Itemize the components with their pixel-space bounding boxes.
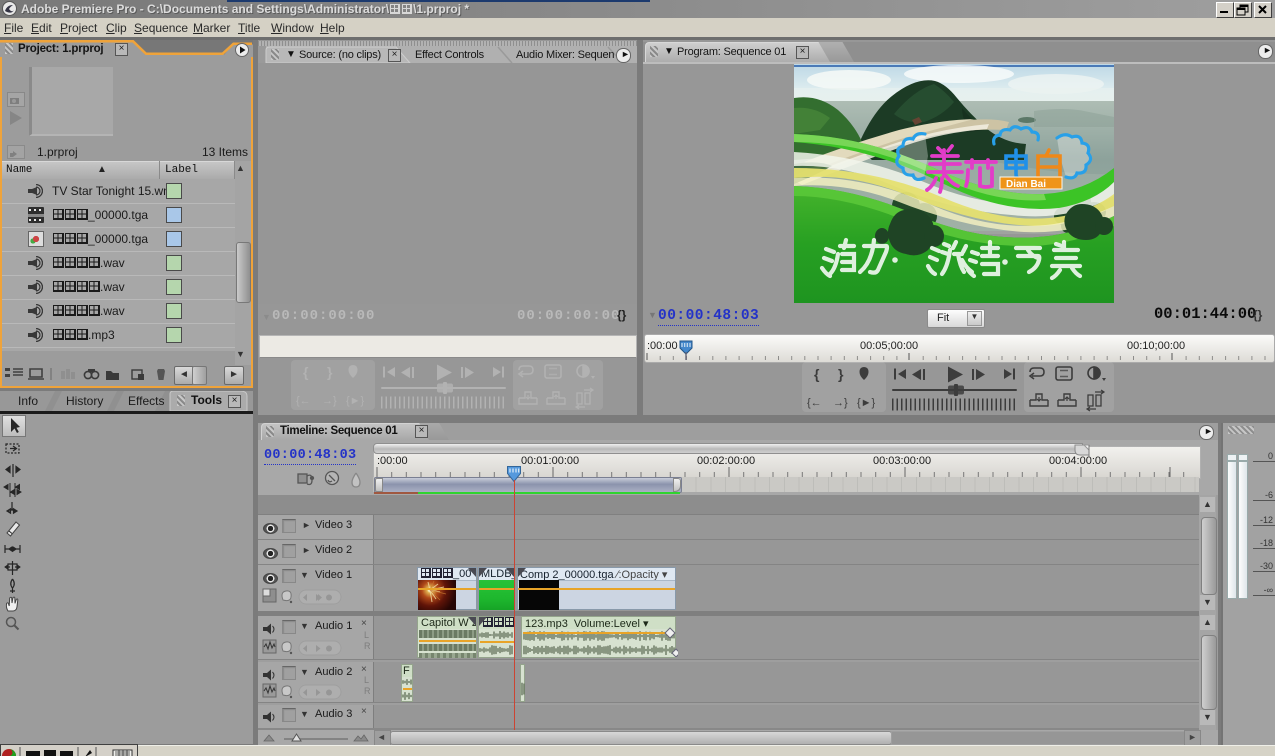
svg-text:00:10;00:00: 00:10;00:00 <box>1127 340 1185 352</box>
svg-text::00:00: :00:00 <box>377 455 408 467</box>
svg-text:00:03:00:00: 00:03:00:00 <box>873 455 931 467</box>
svg-text::00:00: :00:00 <box>647 340 678 352</box>
svg-text:00:02:00:00: 00:02:00:00 <box>697 455 755 467</box>
svg-text:00:01:00:00: 00:01:00:00 <box>521 455 579 467</box>
svg-text:00:05;00:00: 00:05;00:00 <box>860 340 918 352</box>
svg-text:Dian Bai: Dian Bai <box>1006 179 1046 190</box>
